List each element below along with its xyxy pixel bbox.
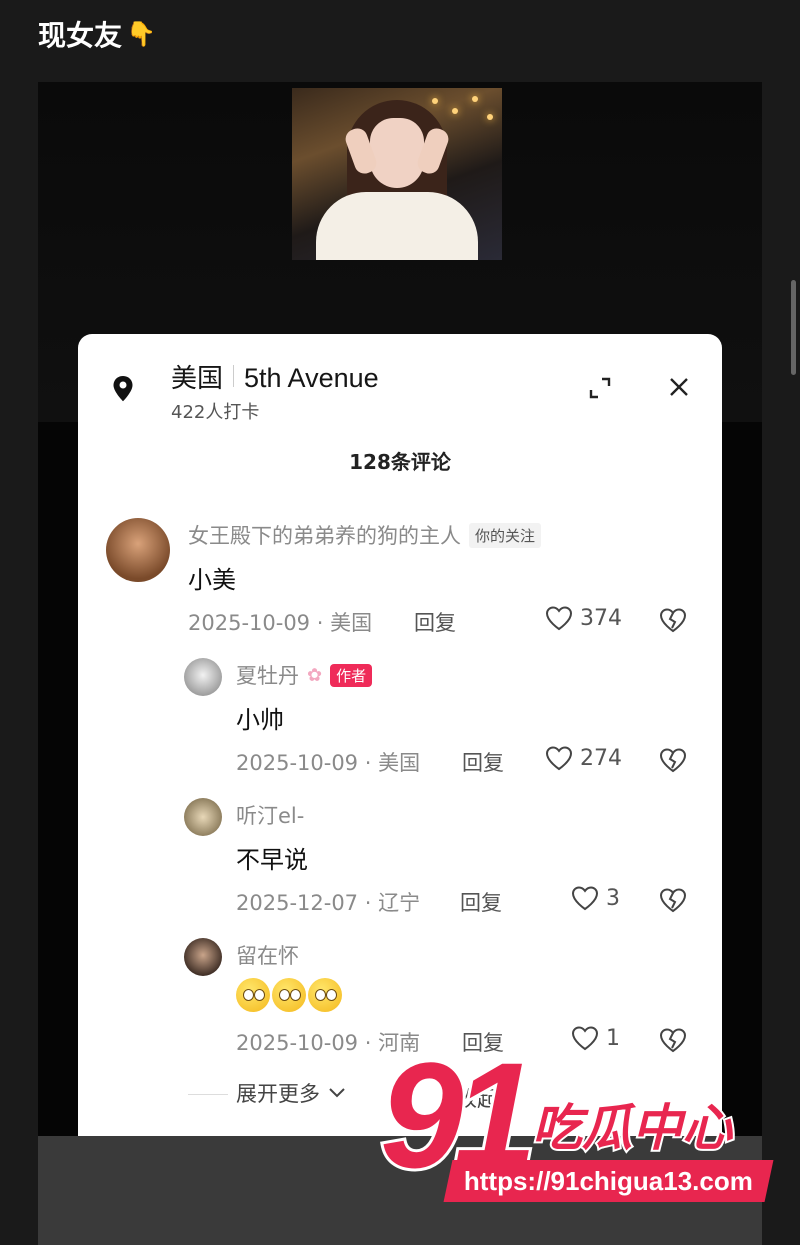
- pointing-down-icon: 👇: [126, 20, 156, 48]
- expand-more-label: 展开更多: [236, 1082, 320, 1106]
- comment-text: 小帅: [236, 706, 284, 734]
- site-watermark: 91 吃瓜中心 https://91chigua13.com: [377, 1037, 780, 1245]
- like-button[interactable]: 274: [544, 744, 622, 772]
- location-header: 美国 5th Avenue 422人打卡: [78, 334, 722, 434]
- avatar[interactable]: [106, 518, 170, 582]
- watermark-url-box: https://91chigua13.com: [443, 1160, 774, 1202]
- avatar[interactable]: [184, 658, 222, 696]
- divider-line: [188, 1094, 228, 1095]
- reply-button[interactable]: 回复: [414, 607, 456, 637]
- rolling-eyes-emoji-icon: [272, 978, 306, 1012]
- like-button[interactable]: 374: [544, 604, 622, 632]
- comment-item: 听汀el- 不早说 2025-12-07 · 辽宁 回复 3: [78, 794, 722, 924]
- watermark-url: https://91chigua13.com: [464, 1165, 753, 1196]
- post-title: 现女友 👇: [38, 14, 156, 54]
- rolling-eyes-emoji-icon: [308, 978, 342, 1012]
- comment-text: 不早说: [236, 846, 308, 874]
- like-count: 3: [606, 885, 620, 911]
- comment-username-row: 听汀el-: [236, 800, 304, 830]
- comment-date-location: 2025-12-07 · 辽宁: [236, 891, 421, 915]
- comment-username-row: 女王殿下的弟弟养的狗的主人 你的关注: [188, 520, 542, 550]
- comment-username[interactable]: 女王殿下的弟弟养的狗的主人: [188, 520, 461, 550]
- reply-button[interactable]: 回复: [460, 887, 502, 917]
- comment-item: 女王殿下的弟弟养的狗的主人 你的关注 小美 2025-10-09 · 美国 回复…: [78, 514, 722, 644]
- avatar[interactable]: [184, 798, 222, 836]
- comment-username[interactable]: 夏牡丹: [236, 660, 299, 690]
- dislike-icon[interactable]: [658, 746, 688, 774]
- comment-count: 128条评论: [349, 450, 451, 474]
- title-divider: [233, 365, 235, 387]
- comment-username[interactable]: 听汀el-: [236, 800, 304, 830]
- following-badge: 你的关注: [469, 522, 542, 548]
- dislike-icon[interactable]: [658, 606, 688, 634]
- avatar[interactable]: [184, 938, 222, 976]
- reply-button[interactable]: 回复: [462, 747, 504, 777]
- expand-icon[interactable]: [586, 374, 614, 402]
- location-title[interactable]: 美国 5th Avenue: [171, 358, 379, 395]
- rolling-eyes-emoji-icon: [236, 978, 270, 1012]
- comment-username-row: 夏牡丹 ✿ 作者: [236, 660, 373, 690]
- like-button[interactable]: 3: [570, 884, 620, 912]
- heart-icon: [545, 606, 573, 631]
- flower-icon: ✿: [307, 664, 323, 686]
- location-pin-icon: [113, 376, 133, 402]
- checkin-count: 422人打卡: [171, 402, 260, 423]
- comment-date-location: 2025-10-09 · 美国: [236, 751, 421, 775]
- close-icon[interactable]: [666, 374, 692, 400]
- heart-icon: [545, 746, 573, 771]
- comment-date-location: 2025-10-09 · 美国: [188, 611, 373, 635]
- expand-more-button[interactable]: 展开更多: [236, 1078, 346, 1108]
- location-country: 美国: [171, 364, 224, 394]
- comment-item: 夏牡丹 ✿ 作者 小帅 2025-10-09 · 美国 回复 274: [78, 654, 722, 784]
- like-count: 274: [580, 745, 622, 771]
- comment-text: 小美: [188, 566, 236, 594]
- watermark-title: 吃瓜中心: [530, 1097, 734, 1159]
- heart-icon: [571, 886, 599, 911]
- like-count: 374: [580, 605, 622, 631]
- dislike-icon[interactable]: [658, 886, 688, 914]
- comment-emoji-row: [236, 978, 342, 1012]
- comment-username-row: 留在怀: [236, 940, 299, 970]
- scrollbar[interactable]: [791, 280, 796, 375]
- location-place: 5th Avenue: [244, 363, 379, 393]
- comment-username[interactable]: 留在怀: [236, 940, 299, 970]
- chevron-down-icon: [329, 1088, 345, 1098]
- woman-photo: [292, 88, 502, 260]
- author-badge: 作者: [330, 663, 373, 687]
- post-title-text: 现女友: [38, 19, 123, 52]
